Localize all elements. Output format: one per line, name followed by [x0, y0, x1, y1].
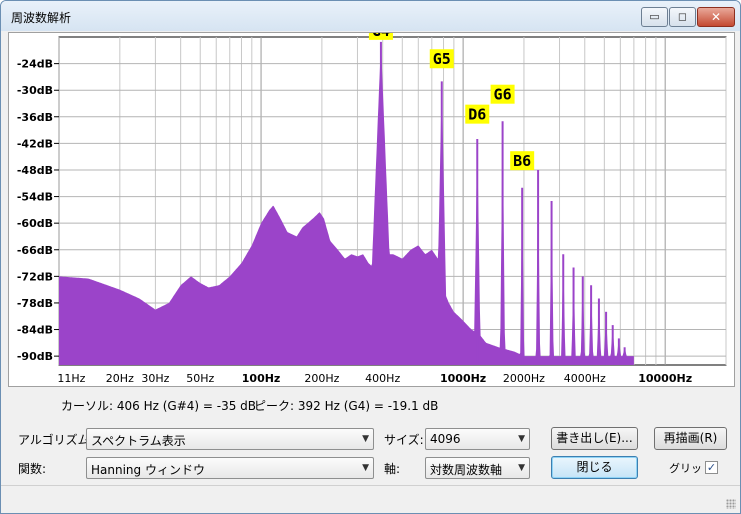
maximize-button[interactable]: ◻: [669, 7, 696, 27]
y-tick-label: -90dB: [17, 350, 53, 363]
peak-readout: ピーク: 392 Hz (G4) = -19.1 dB: [254, 399, 439, 413]
window-title: 周波数解析: [11, 11, 72, 25]
size-select[interactable]: 4096 ▼: [425, 428, 530, 450]
chevron-down-icon: ▼: [362, 434, 369, 444]
algorithm-select-value: スペクトラム表示: [91, 434, 186, 448]
spectrum-chart[interactable]: -24dB -30dB -36dB -42dB -48dB -54dB -60dB -66dB…: [9, 33, 736, 388]
x-tick-label: 50Hz: [186, 372, 214, 385]
note-label: G4: [372, 33, 390, 40]
x-tick-label: 1000Hz: [440, 372, 486, 385]
y-tick-label: -30dB: [17, 84, 53, 97]
y-tick-label: -60dB: [17, 217, 53, 230]
x-tick-label: 20Hz: [106, 372, 134, 385]
x-tick-label: 11Hz: [57, 372, 85, 385]
note-label: D6: [468, 106, 486, 124]
minimize-icon: ▭: [649, 10, 660, 23]
chevron-down-icon: ▼: [518, 463, 525, 473]
replot-button[interactable]: 再描画(R): [654, 427, 727, 450]
y-tick-label: -48dB: [17, 164, 53, 177]
y-tick-label: -72dB: [17, 270, 53, 283]
axis-select[interactable]: 対数周波数軸 ▼: [425, 457, 530, 479]
note-label: B6: [513, 152, 531, 170]
y-tick-label: -78dB: [17, 297, 53, 310]
function-select-value: Hanning ウィンドウ: [91, 463, 205, 477]
close-window-button[interactable]: ✕: [697, 7, 735, 27]
size-label: サイズ:: [384, 433, 424, 447]
export-button[interactable]: 書き出し(E)...: [551, 427, 638, 450]
x-tick-label: 400Hz: [365, 372, 400, 385]
chevron-down-icon: ▼: [362, 463, 369, 473]
resize-grip[interactable]: [726, 499, 736, 509]
note-label: G6: [494, 86, 512, 104]
axis-label: 軸:: [384, 462, 401, 476]
close-icon: ✕: [710, 10, 722, 24]
y-tick-label: -36dB: [17, 111, 53, 124]
x-tick-label: 4000Hz: [564, 372, 606, 385]
function-label: 関数:: [18, 462, 47, 476]
y-tick-label: -42dB: [17, 137, 53, 150]
grid-checkbox[interactable]: ✓: [705, 461, 718, 474]
minimize-button[interactable]: ▭: [641, 7, 668, 27]
status-bar: [1, 485, 740, 513]
y-tick-label: -66dB: [17, 244, 53, 257]
spectrum-plot-panel[interactable]: -24dB -30dB -36dB -42dB -48dB -54dB -60dB -66dB…: [8, 32, 735, 387]
x-tick-label: 30Hz: [141, 372, 169, 385]
algorithm-select[interactable]: スペクトラム表示 ▼: [86, 428, 374, 450]
y-tick-label: -54dB: [17, 191, 53, 204]
y-tick-label: -84dB: [17, 324, 53, 337]
axis-select-value: 対数周波数軸: [430, 463, 503, 477]
chevron-down-icon: ▼: [518, 434, 525, 444]
note-label: G5: [433, 50, 451, 68]
frequency-analysis-window: 周波数解析 ▭ ◻ ✕ -24dB -30dB -36dB -42dB -48dB -54…: [0, 0, 741, 514]
x-tick-label: 2000Hz: [503, 372, 545, 385]
title-bar[interactable]: 周波数解析 ▭ ◻ ✕: [1, 1, 740, 31]
function-select[interactable]: Hanning ウィンドウ ▼: [86, 457, 374, 479]
cursor-readout: カーソル: 406 Hz (G#4) = -35 dB: [61, 399, 257, 413]
maximize-icon: ◻: [677, 10, 688, 23]
x-tick-label: 100Hz: [242, 372, 281, 385]
x-tick-label: 10000Hz: [638, 372, 692, 385]
algorithm-label: アルゴリズム:: [18, 433, 94, 447]
y-tick-label: -24dB: [17, 58, 53, 71]
close-button[interactable]: 閉じる: [551, 456, 638, 479]
size-select-value: 4096: [430, 432, 461, 446]
x-tick-label: 200Hz: [304, 372, 339, 385]
